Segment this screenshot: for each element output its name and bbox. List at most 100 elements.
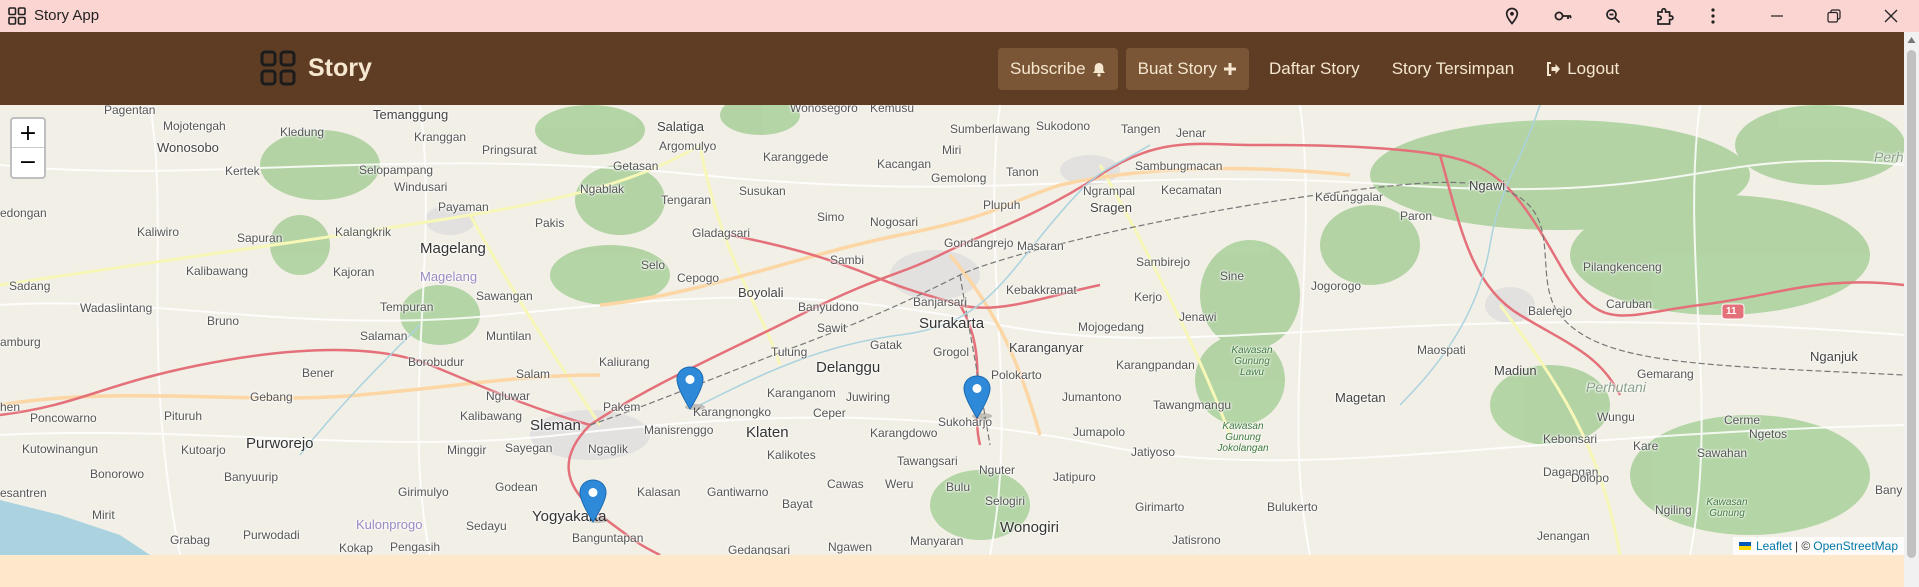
place-label: Selo	[641, 258, 666, 272]
place-label: Masaran	[1017, 239, 1064, 253]
openstreetmap-link[interactable]: OpenStreetMap	[1813, 539, 1898, 553]
place-label: Jumantono	[1062, 390, 1122, 404]
place-label: Mojotengah	[163, 119, 226, 133]
place-label: Temanggung	[373, 107, 449, 122]
zoom-icon[interactable]	[1595, 4, 1631, 28]
zoom-in-button[interactable]: +	[12, 119, 44, 148]
place-label: esantren	[0, 486, 47, 500]
place-label: Tengaran	[661, 193, 712, 207]
leaflet-link[interactable]: Leaflet	[1756, 539, 1792, 553]
place-label: Karangdowo	[870, 426, 938, 440]
place-label: Mirit	[92, 508, 115, 522]
restore-icon[interactable]	[1816, 4, 1852, 28]
place-label: Grabag	[170, 533, 211, 547]
place-label: Bruno	[207, 314, 240, 328]
nav-links: Subscribe Buat Story Daftar Story Story …	[998, 48, 1639, 90]
page-scrollbar[interactable]	[1904, 32, 1919, 587]
logout-link[interactable]: Logout	[1534, 48, 1631, 90]
place-label: Paron	[1400, 209, 1433, 223]
story-marker-3[interactable]	[578, 479, 608, 524]
key-icon[interactable]	[1545, 4, 1581, 28]
place-label: Kertek	[225, 164, 260, 178]
place-label: Bonorowo	[90, 467, 145, 481]
window-titlebar: Story App	[0, 0, 1919, 32]
park-label: Kawasan Gunung Jokolangan	[1217, 421, 1269, 454]
place-label: Payaman	[438, 200, 489, 214]
story-tersimpan-label: Story Tersimpan	[1391, 59, 1515, 78]
logout-icon	[1547, 62, 1561, 76]
place-label: Simo	[817, 210, 845, 224]
place-label: Mojogedang	[1078, 320, 1145, 334]
zoom-control: + −	[10, 117, 46, 179]
place-label: Sine	[1220, 269, 1245, 283]
daftar-story-label: Daftar Story	[1268, 59, 1360, 78]
subscribe-button[interactable]: Subscribe	[998, 48, 1118, 90]
buat-story-button[interactable]: Buat Story	[1125, 48, 1249, 90]
place-label: Pilangkenceng	[1583, 260, 1662, 274]
place-label: Sambi	[830, 253, 865, 267]
place-label: Polokarto	[991, 368, 1042, 382]
place-label: Borobudur	[408, 355, 465, 369]
place-label: Getasan	[613, 159, 659, 173]
place-label: Surakarta	[919, 315, 985, 332]
place-label: Klaten	[746, 424, 789, 441]
place-label: Karanggede	[763, 150, 829, 164]
place-label: Tempuran	[380, 300, 434, 314]
place-label: Minggir	[447, 443, 487, 457]
place-label: Plupuh	[983, 198, 1021, 212]
zoom-out-button[interactable]: −	[12, 148, 44, 177]
place-label: Kebonsari	[1543, 432, 1598, 446]
scrollbar-thumb[interactable]	[1907, 50, 1916, 558]
place-label: Gatak	[870, 338, 903, 352]
place-label: Kulonprogo	[356, 517, 423, 532]
place-label: Magetan	[1335, 390, 1386, 405]
place-label: Kare	[1633, 439, 1659, 453]
place-label: Juwiring	[846, 390, 891, 404]
story-tersimpan-link[interactable]: Story Tersimpan	[1380, 48, 1527, 90]
story-map[interactable]: Temanggung Pagentan Mojotengah Kledung W…	[0, 105, 1904, 555]
place-label: Bayat	[782, 497, 813, 511]
daftar-story-link[interactable]: Daftar Story	[1257, 48, 1372, 90]
brand-name: Story	[308, 53, 372, 82]
more-icon[interactable]	[1695, 4, 1731, 28]
place-label: Girimulyo	[398, 485, 449, 499]
place-label: Balerejo	[1528, 304, 1573, 318]
road-shield-number: 11	[1726, 306, 1737, 317]
place-label: Cawas	[827, 477, 864, 491]
place-label: Cepogo	[677, 271, 720, 285]
place-label: Kebakkramat	[1006, 283, 1077, 297]
place-label: Purworejo	[246, 435, 314, 452]
place-label: Sedayu	[466, 519, 507, 533]
place-label: Kajoran	[333, 265, 375, 279]
extension-icon[interactable]	[1647, 4, 1683, 28]
minimize-icon[interactable]	[1759, 4, 1795, 28]
place-label: Tawangsari	[897, 454, 958, 468]
place-label: Kemusu	[870, 105, 915, 115]
place-label: Gondangrejo	[944, 236, 1014, 250]
buat-story-label: Buat Story	[1137, 59, 1217, 78]
story-marker-1[interactable]	[675, 366, 705, 411]
place-label: Tulung	[771, 345, 808, 359]
close-icon[interactable]	[1873, 4, 1909, 28]
location-icon[interactable]	[1494, 4, 1530, 28]
place-label: Karanganom	[767, 386, 836, 400]
navbar: Story Subscribe Buat Story Daftar Story …	[0, 32, 1919, 105]
place-label: Ngetos	[1749, 427, 1788, 441]
place-label: Ngluwar	[486, 389, 531, 403]
place-label: Maospati	[1417, 343, 1466, 357]
place-label: edongan	[0, 206, 47, 220]
place-label: hen	[0, 400, 21, 414]
story-marker-2[interactable]	[962, 375, 992, 420]
place-label: Sadang	[9, 279, 51, 293]
place-label: Kalikotes	[767, 448, 816, 462]
place-label: Ngablak	[580, 182, 625, 196]
brand[interactable]: Story	[260, 50, 372, 86]
place-label: Salam	[516, 367, 551, 381]
place-label: Gedangsari	[728, 543, 791, 555]
park-label: Kawasan Gunung	[1706, 497, 1748, 519]
place-label: Ngawi	[1469, 178, 1506, 193]
place-label: Kalasan	[637, 485, 681, 499]
bell-icon	[1092, 62, 1105, 77]
scroll-up-arrow-icon[interactable]	[1907, 36, 1916, 44]
place-label: Cerme	[1724, 413, 1761, 427]
